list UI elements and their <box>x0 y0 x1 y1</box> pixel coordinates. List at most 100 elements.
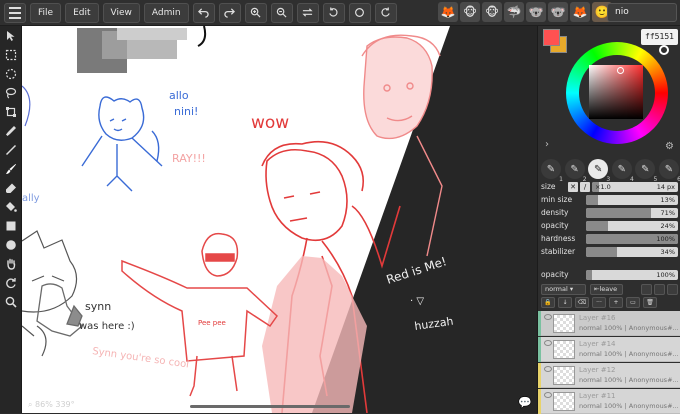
settings-gear-icon[interactable]: ⚙ <box>665 141 674 152</box>
eraser-tool[interactable] <box>3 180 19 196</box>
user-avatar[interactable]: 🦊 <box>570 2 590 22</box>
ellipse-shape-tool[interactable] <box>3 237 19 253</box>
file-menu-button[interactable]: File <box>30 2 62 23</box>
brush-preset-2[interactable]: ✎ 2 <box>564 159 587 183</box>
new-layer-button[interactable]: + <box>609 297 623 308</box>
user-avatar[interactable]: 🐨 <box>548 2 568 22</box>
admin-menu-button[interactable]: Admin <box>143 2 189 23</box>
leave-label: leave <box>599 285 618 293</box>
eyedropper-tool[interactable] <box>3 123 19 139</box>
collapse-chevron-icon[interactable]: › <box>545 139 549 150</box>
opacity-label: opacity <box>541 221 569 230</box>
duplicate-layer-button[interactable] <box>641 284 652 295</box>
layer-menu-button[interactable] <box>654 284 665 295</box>
opacity-slider[interactable]: 24% <box>586 220 678 231</box>
user-avatar[interactable]: 🦊 <box>438 2 458 22</box>
layer-options-button[interactable] <box>667 284 678 295</box>
layer-item[interactable]: Layer #12 normal 100% | Anonymous#... <box>538 363 680 388</box>
flip-button[interactable] <box>296 2 319 23</box>
chat-button[interactable]: 💬 <box>518 396 532 409</box>
hand-icon <box>7 258 16 270</box>
hardness-slider[interactable]: 100% <box>586 233 678 244</box>
blend-mode-select[interactable]: normal ▾ <box>541 284 586 295</box>
layer-item[interactable]: Layer #11 normal 100% | Anonymous#... <box>538 389 680 414</box>
layer-color-stripe <box>538 311 541 336</box>
user-avatar-list: 🦊 🐵 🐵 🦈 🐨 🐨 🦊 🙂 <box>438 2 612 22</box>
saturation-value-square[interactable] <box>589 65 643 119</box>
zoom-rotation-readout: 86% 339° <box>35 400 75 409</box>
visibility-eye-icon[interactable] <box>544 366 552 372</box>
edit-menu-button[interactable]: Edit <box>65 2 99 23</box>
opacity-row: opacity 24% <box>541 220 678 231</box>
zoom-in-button[interactable] <box>244 2 267 23</box>
lasso-tool[interactable] <box>3 85 19 101</box>
more-options-button[interactable]: ··· <box>592 297 606 308</box>
zoom-tool[interactable] <box>3 294 19 310</box>
hamburger-menu-button[interactable] <box>4 2 26 23</box>
user-avatar[interactable]: 🐵 <box>482 2 502 22</box>
line-tool[interactable] <box>3 142 19 158</box>
zoom-out-icon <box>276 7 287 18</box>
search-icon: ⌕ <box>28 400 33 409</box>
chevron-down-icon: ▾ <box>569 285 574 293</box>
color-picker-cursor[interactable] <box>617 67 624 74</box>
user-avatar[interactable]: 🦈 <box>504 2 524 22</box>
user-avatar[interactable]: 🐵 <box>460 2 480 22</box>
rotate-tool[interactable] <box>3 275 19 291</box>
size-row: size ✕ / ×1.0 14 px <box>541 181 678 192</box>
visibility-eye-icon[interactable] <box>544 314 552 320</box>
primary-color-swatch[interactable] <box>543 29 560 46</box>
rectangle-shape-tool[interactable] <box>3 218 19 234</box>
size-pressure-toggle[interactable]: / <box>580 181 590 192</box>
ellipse-select-tool[interactable] <box>3 66 19 82</box>
layer-item[interactable]: Layer #16 normal 100% | Anonymous#... <box>538 311 680 336</box>
rotate-left-button[interactable] <box>322 2 345 23</box>
hue-cursor[interactable] <box>659 45 669 55</box>
redo-button[interactable] <box>218 2 241 23</box>
brush-preset-4[interactable]: ✎ 4 <box>611 159 634 183</box>
fill-tool[interactable] <box>3 199 19 215</box>
merge-down-button[interactable]: ↓ <box>558 297 572 308</box>
canvas-text-smiley: · ▽ <box>410 296 424 307</box>
visibility-eye-icon[interactable] <box>544 340 552 346</box>
canvas-text-red-is-me: Red is Me! <box>385 254 449 287</box>
layer-opacity-slider[interactable]: 100% <box>586 269 678 280</box>
stabilizer-label: stabilizer <box>541 247 576 256</box>
visibility-eye-icon[interactable] <box>544 392 552 398</box>
brush-preset-5[interactable]: ✎ 5 <box>635 159 657 183</box>
blend-mode-value: normal <box>545 285 568 293</box>
leave-button[interactable]: ⇤leave <box>590 284 623 295</box>
drawing-canvas[interactable]: ally allo nini! wow RAY!!! synn was here… <box>22 26 537 413</box>
paint-bucket-icon <box>6 202 17 212</box>
view-menu-button[interactable]: View <box>102 2 140 23</box>
username-field[interactable]: nio <box>607 3 677 22</box>
new-group-button[interactable]: ▭ <box>626 297 640 308</box>
rectangle-select-tool[interactable] <box>3 47 19 63</box>
hex-color-input[interactable]: ff5151 <box>641 29 678 45</box>
brush-tool[interactable] <box>3 161 19 177</box>
transform-tool[interactable] <box>3 104 19 120</box>
move-tool[interactable] <box>3 28 19 44</box>
delete-layer-button[interactable]: 🗑 <box>643 297 657 308</box>
brush-presets: ✎ 1 ✎ 2 ✎ 3 ✎ 4 ✎ 5 ✎ 6 <box>541 159 680 183</box>
size-slider[interactable]: ×1.0 14 px <box>592 181 678 192</box>
user-avatar[interactable]: 🐨 <box>526 2 546 22</box>
reset-rotation-button[interactable] <box>348 2 371 23</box>
blue-scribble: ally <box>22 193 40 204</box>
rotate-right-button[interactable] <box>374 2 397 23</box>
stabilizer-slider[interactable]: 34% <box>586 246 678 257</box>
brush-preset-1[interactable]: ✎ 1 <box>541 159 563 183</box>
brush-preset-3[interactable]: ✎ 3 <box>588 159 610 183</box>
zoom-out-button[interactable] <box>270 2 293 23</box>
min-size-slider[interactable]: 13% <box>586 194 678 205</box>
lock-layer-button[interactable]: 🔒 <box>541 297 555 308</box>
canvas-scrollbar[interactable] <box>190 405 350 408</box>
layer-item[interactable]: Layer #14 normal 100% | Anonymous#... <box>538 337 680 362</box>
hand-tool[interactable] <box>3 256 19 272</box>
layer-meta: normal 100% | Anonymous#... <box>579 324 679 332</box>
size-multiplier-toggle[interactable]: ✕ <box>568 181 578 192</box>
brush-preset-6[interactable]: ✎ 6 <box>658 159 680 183</box>
density-slider[interactable]: 71% <box>586 207 678 218</box>
clear-layer-button[interactable]: ⌫ <box>575 297 589 308</box>
undo-button[interactable] <box>192 2 215 23</box>
